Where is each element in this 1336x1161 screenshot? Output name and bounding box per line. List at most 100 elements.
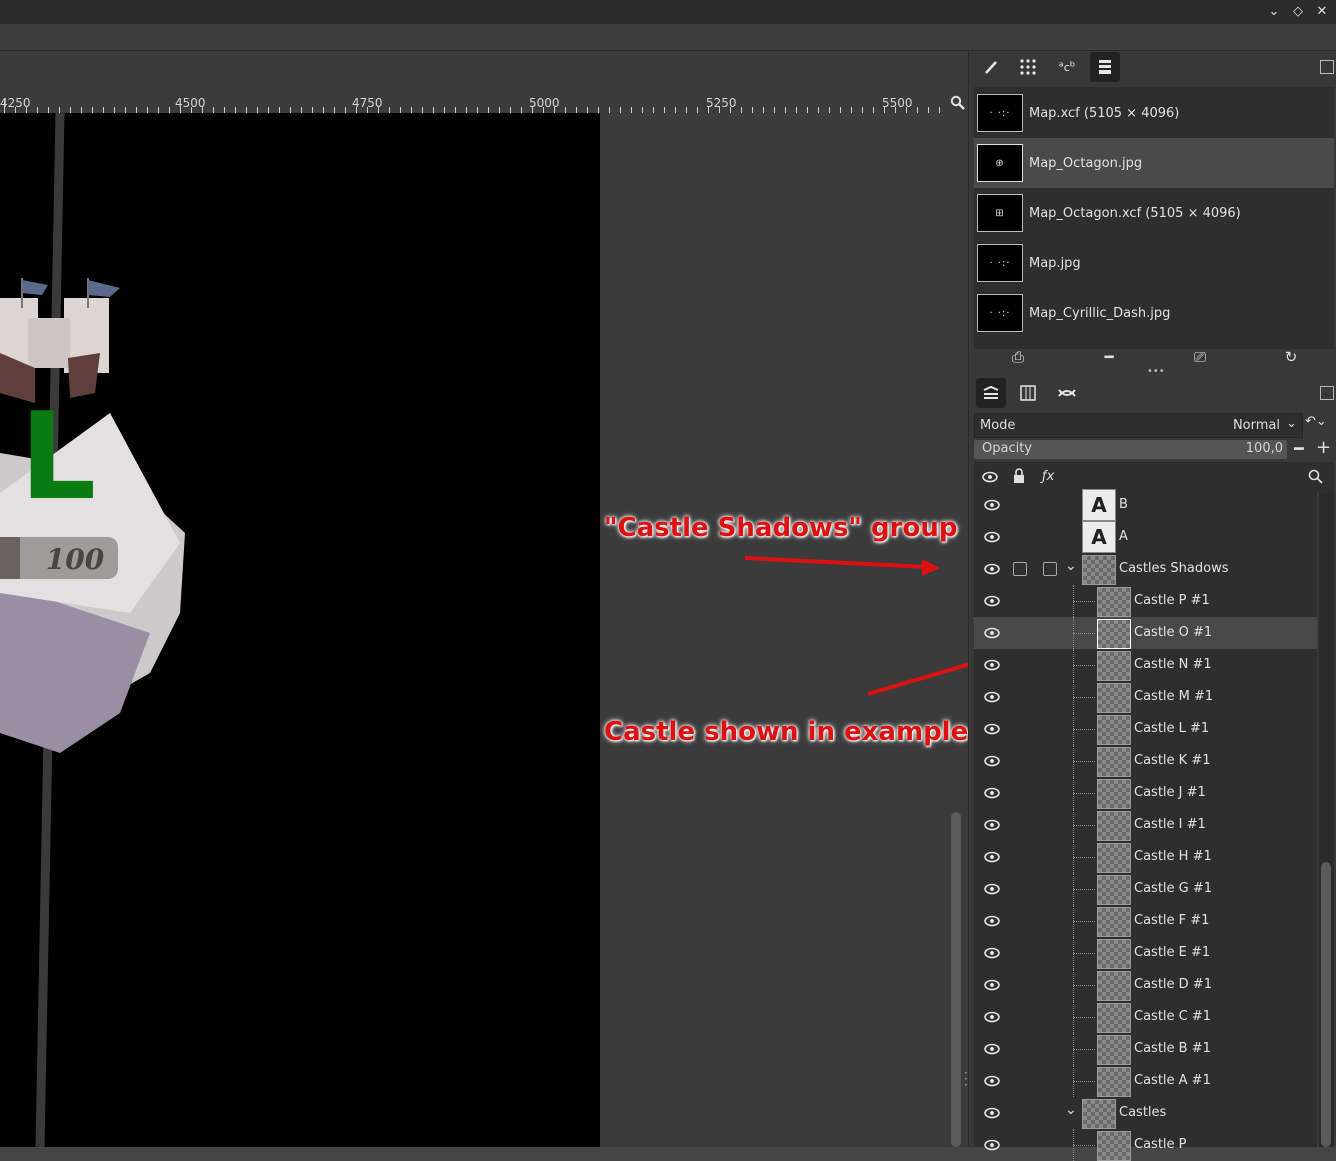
layer-group-row[interactable]: ⌄ Castles Shadows [974, 553, 1317, 585]
eye-icon[interactable] [984, 881, 1000, 897]
vertical-scrollbar-thumb[interactable] [951, 812, 961, 1147]
maximize-button[interactable]: ◇ [1288, 2, 1308, 22]
image-item[interactable]: ⊕ Map_Octagon.jpg [974, 138, 1334, 188]
eye-icon[interactable] [984, 1105, 1000, 1121]
layer-name: Castle N #1 [1134, 657, 1212, 672]
image-item[interactable]: ⊞ Map_Octagon.xcf (5105 × 4096) [974, 188, 1334, 238]
minimize-button[interactable]: ⌄ [1264, 2, 1284, 22]
opacity-slider[interactable]: Opacity 100,0 [974, 440, 1287, 459]
image-item[interactable]: · ·:· Map.jpg [974, 238, 1334, 288]
refresh-icon[interactable]: ↻ [1280, 348, 1302, 368]
layer-name: Castle L #1 [1134, 721, 1210, 736]
layers-icon[interactable] [976, 378, 1006, 408]
new-display-icon[interactable]: ⎙ [1007, 348, 1029, 368]
layer-thumbnail [1097, 1131, 1131, 1161]
layers-scrollbar-thumb[interactable] [1321, 862, 1331, 1147]
layer-row[interactable]: AA [974, 521, 1317, 553]
eye-icon[interactable] [984, 593, 1000, 609]
patterns-icon[interactable] [1013, 52, 1043, 82]
tree-line [1073, 793, 1095, 794]
layer-row[interactable]: Castle P #1 [974, 585, 1317, 617]
layer-thumbnail [1097, 779, 1131, 809]
layer-row[interactable]: Castle A #1 [974, 1065, 1317, 1097]
eye-icon[interactable] [984, 913, 1000, 929]
search-icon[interactable] [1308, 469, 1324, 489]
layer-name: Castle E #1 [1134, 945, 1211, 960]
layer-thumbnail [1097, 907, 1131, 937]
eye-icon[interactable] [984, 1073, 1000, 1089]
eye-icon[interactable] [984, 945, 1000, 961]
eye-icon[interactable] [984, 497, 1000, 513]
tree-line [1073, 1017, 1095, 1018]
remove-image-icon[interactable]: ━ [1098, 348, 1120, 368]
layer-row[interactable]: Castle G #1 [974, 873, 1317, 905]
eye-icon[interactable] [984, 977, 1000, 993]
raise-displays-icon[interactable]: ⎚ [1189, 348, 1211, 368]
chain-toggle[interactable] [1043, 562, 1057, 576]
layer-row[interactable]: AB [974, 489, 1317, 521]
layer-row[interactable]: Castle B #1 [974, 1033, 1317, 1065]
layer-thumbnail [1097, 875, 1131, 905]
layer-name: Castle D #1 [1134, 977, 1212, 992]
dock-resize-handle[interactable]: · · · [964, 1067, 968, 1091]
eye-icon[interactable] [984, 849, 1000, 865]
mode-reset-icon[interactable]: ↶⌄ [1305, 414, 1335, 436]
eye-icon[interactable] [984, 721, 1000, 737]
mode-select[interactable]: Mode Normal ⌄ [974, 413, 1303, 438]
eye-icon[interactable] [984, 1041, 1000, 1057]
eye-icon[interactable] [984, 625, 1000, 641]
layer-row[interactable]: Castle C #1 [974, 1001, 1317, 1033]
eye-icon[interactable] [984, 689, 1000, 705]
chevron-down-icon[interactable]: ⌄ [1065, 1102, 1077, 1118]
layer-row[interactable]: Castle J #1 [974, 777, 1317, 809]
paths-icon[interactable] [1052, 378, 1082, 408]
layer-row[interactable]: Castle L #1 [974, 713, 1317, 745]
layer-row[interactable]: Castle O #1 [974, 617, 1317, 649]
layer-row[interactable]: Castle H #1 [974, 841, 1317, 873]
brush-icon[interactable] [976, 52, 1006, 82]
panel-separator-handle[interactable]: ••• [1147, 366, 1165, 377]
layer-row[interactable]: Castle K #1 [974, 745, 1317, 777]
layer-name: Castle O #1 [1134, 625, 1213, 640]
panel-menu-icon[interactable] [1320, 386, 1334, 400]
layer-name: Castle P #1 [1134, 593, 1210, 608]
layer-row[interactable]: Castle D #1 [974, 969, 1317, 1001]
eye-icon[interactable] [984, 529, 1000, 545]
layer-name: Castle H #1 [1134, 849, 1212, 864]
image-item[interactable]: · ·:· Map.xcf (5105 × 4096) [974, 88, 1334, 138]
eye-icon[interactable] [984, 561, 1000, 577]
close-button[interactable]: ✕ [1312, 2, 1332, 22]
eye-icon[interactable] [984, 785, 1000, 801]
tree-line [1073, 857, 1095, 858]
layer-row[interactable]: Castle M #1 [974, 681, 1317, 713]
panel-menu-icon[interactable] [1320, 60, 1334, 74]
layer-row[interactable]: Castle F #1 [974, 905, 1317, 937]
opacity-decrease-icon[interactable]: ━ [1294, 439, 1304, 458]
eye-icon[interactable] [982, 469, 998, 489]
zoom-icon[interactable] [950, 95, 966, 111]
horizontal-ruler[interactable]: 4250 4500 4750 5000 5250 5500 [0, 93, 948, 114]
layer-row[interactable]: Castle P [974, 1129, 1317, 1161]
channels-icon[interactable] [1013, 378, 1043, 408]
castle-letter: L [20, 388, 96, 527]
eye-icon[interactable] [984, 657, 1000, 673]
layer-row[interactable]: Castle N #1 [974, 649, 1317, 681]
eye-icon[interactable] [984, 753, 1000, 769]
image-canvas[interactable]: 100 L [0, 113, 600, 1147]
images-icon[interactable] [1090, 52, 1120, 82]
eye-icon[interactable] [984, 1009, 1000, 1025]
chevron-down-icon[interactable]: ⌄ [1065, 558, 1077, 574]
opacity-increase-icon[interactable]: + [1316, 437, 1331, 458]
image-item[interactable]: · ·:· Map_Cyrillic_Dash.jpg [974, 288, 1334, 338]
link-toggle[interactable] [1013, 562, 1027, 576]
fonts-icon[interactable]: ᵃcᵇ [1052, 52, 1082, 82]
eye-icon[interactable] [984, 817, 1000, 833]
layer-row[interactable]: Castle E #1 [974, 937, 1317, 969]
lock-icon[interactable] [1012, 468, 1026, 488]
effects-icon[interactable]: ƒx [1042, 469, 1054, 484]
layer-thumbnail [1097, 843, 1131, 873]
eye-icon[interactable] [984, 1137, 1000, 1153]
layer-row[interactable]: Castle I #1 [974, 809, 1317, 841]
ruler-label: 4500 [175, 96, 206, 110]
layer-group-row[interactable]: ⌄ Castles [974, 1097, 1317, 1129]
